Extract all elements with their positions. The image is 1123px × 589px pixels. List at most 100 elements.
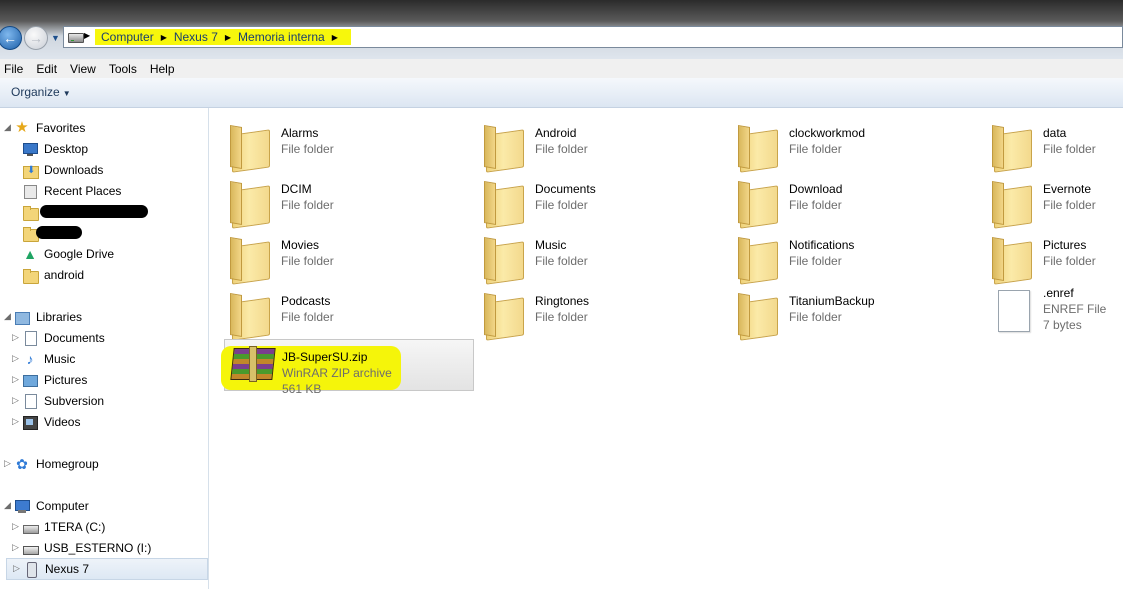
nav-item-android[interactable]: android <box>22 265 84 285</box>
nav-item-lib-videos[interactable]: ▷ Videos <box>12 412 80 432</box>
file-item-alarms[interactable]: Alarms File folder <box>210 116 460 168</box>
collapsed-arrow-icon[interactable]: ▷ <box>12 374 19 385</box>
nav-item-lib-documents[interactable]: ▷ Documents <box>12 328 105 348</box>
file-type: File folder <box>281 254 334 268</box>
collapsed-arrow-icon[interactable]: ▷ <box>12 353 19 364</box>
nav-item-redacted-2[interactable] <box>22 223 92 243</box>
file-type: File folder <box>789 142 842 156</box>
file-name: Music <box>535 238 567 252</box>
nav-homegroup[interactable]: ▷ ✿ Homegroup <box>4 454 99 474</box>
nav-item-lib-music[interactable]: ▷ ♪ Music <box>12 349 75 369</box>
nav-libraries[interactable]: ◢ Libraries <box>4 307 82 327</box>
file-type: File folder <box>535 198 588 212</box>
breadcrumb-arrow-icon[interactable]: ▶ <box>332 33 338 42</box>
nav-item-label: Music <box>44 352 76 366</box>
file-name: data <box>1043 126 1067 140</box>
google-drive-icon: ▲ <box>23 246 37 262</box>
star-icon: ★ <box>15 119 29 136</box>
file-item-movies[interactable]: Movies File folder <box>210 228 460 280</box>
file-item-pictures[interactable]: Pictures File folder <box>972 228 1122 280</box>
nav-computer-label: Computer <box>36 499 89 513</box>
nav-item-drive-i[interactable]: ▷ USB_ESTERNO (I:) <box>12 538 151 558</box>
file-item-music[interactable]: Music File folder <box>464 228 714 280</box>
file-item-clockworkmod[interactable]: clockworkmod File folder <box>718 116 968 168</box>
nav-item-desktop[interactable]: Desktop <box>22 139 88 159</box>
recent-pages-dropdown[interactable]: ▼ <box>51 33 60 43</box>
file-item-dcim[interactable]: DCIM File folder <box>210 172 460 224</box>
folder-icon <box>736 292 780 336</box>
expanded-arrow-icon[interactable]: ◢ <box>4 122 11 133</box>
menu-file[interactable]: File <box>0 62 31 76</box>
folder-icon <box>990 236 1034 280</box>
file-size: 7 bytes <box>1043 318 1082 332</box>
breadcrumb-computer[interactable]: Computer <box>101 30 154 44</box>
file-item-notifications[interactable]: Notifications File folder <box>718 228 968 280</box>
breadcrumb-arrow-icon[interactable]: ▶ <box>161 33 167 42</box>
expanded-arrow-icon[interactable]: ◢ <box>4 311 11 322</box>
address-bar[interactable]: ▶ Computer ▶ Nexus 7 ▶ Memoria interna ▶ <box>63 26 1123 48</box>
folder-icon <box>482 292 526 336</box>
hard-drive-icon <box>22 519 39 535</box>
file-name: clockworkmod <box>789 126 866 140</box>
file-name: TitaniumBackup <box>789 294 875 308</box>
menu-tools[interactable]: Tools <box>104 62 145 76</box>
collapsed-arrow-icon[interactable]: ▷ <box>13 563 20 574</box>
folder-icon <box>990 180 1034 224</box>
organize-button[interactable]: Organize ▼ <box>11 85 71 99</box>
nav-item-downloads[interactable]: Downloads <box>22 160 103 180</box>
nav-item-google-drive[interactable]: ▲ Google Drive <box>22 244 114 264</box>
file-item-podcasts[interactable]: Podcasts File folder <box>210 284 460 336</box>
file-name: Pictures <box>1043 238 1087 252</box>
breadcrumb: Computer ▶ Nexus 7 ▶ Memoria interna ▶ <box>95 29 351 45</box>
collapsed-arrow-icon[interactable]: ▷ <box>12 416 19 427</box>
nav-favorites[interactable]: ◢ ★ Favorites <box>4 118 85 138</box>
collapsed-arrow-icon[interactable]: ▷ <box>12 395 19 406</box>
nav-computer[interactable]: ◢ Computer <box>4 496 89 516</box>
nav-item-lib-pictures[interactable]: ▷ Pictures <box>12 370 87 390</box>
collapsed-arrow-icon[interactable]: ▷ <box>12 521 19 532</box>
subversion-icon <box>22 393 38 409</box>
file-type: File folder <box>1043 198 1096 212</box>
file-item-jb-supersu-zip[interactable]: JB-SuperSU.zip WinRAR ZIP archive 561 KB <box>221 339 474 396</box>
collapsed-arrow-icon[interactable]: ▷ <box>12 542 19 553</box>
collapsed-arrow-icon[interactable]: ▷ <box>4 458 11 469</box>
desktop-icon <box>22 141 38 157</box>
file-name: Documents <box>535 182 596 196</box>
expanded-arrow-icon[interactable]: ◢ <box>4 500 11 511</box>
folder-icon <box>736 124 780 168</box>
file-item-download[interactable]: Download File folder <box>718 172 968 224</box>
folder-icon <box>482 124 526 168</box>
file-item-titaniumbackup[interactable]: TitaniumBackup File folder <box>718 284 968 336</box>
nav-item-recent-places[interactable]: Recent Places <box>22 181 121 201</box>
downloads-icon <box>22 162 39 179</box>
recent-places-icon <box>22 183 38 199</box>
videos-icon <box>22 414 38 430</box>
breadcrumb-arrow-icon[interactable]: ▶ <box>225 33 231 42</box>
breadcrumb-nexus-7[interactable]: Nexus 7 <box>174 30 218 44</box>
file-item-ringtones[interactable]: Ringtones File folder <box>464 284 714 336</box>
nav-item-redacted-1[interactable] <box>22 202 152 222</box>
menu-help[interactable]: Help <box>145 62 183 76</box>
menu-view[interactable]: View <box>65 62 104 76</box>
pictures-icon <box>22 372 38 388</box>
documents-icon <box>22 330 38 346</box>
homegroup-icon: ✿ <box>16 456 28 472</box>
back-arrow-icon: ← <box>3 30 17 46</box>
nav-item-lib-subversion[interactable]: ▷ Subversion <box>12 391 104 411</box>
file-type: File folder <box>1043 142 1096 156</box>
file-list: Alarms File folder Android File folder c… <box>210 108 1123 589</box>
nav-item-nexus-7[interactable]: ▷ Nexus 7 <box>6 558 208 580</box>
menu-edit[interactable]: Edit <box>31 62 65 76</box>
file-item-enref[interactable]: .enref ENREF File 7 bytes <box>972 276 1122 338</box>
breadcrumb-memoria-interna[interactable]: Memoria interna <box>238 30 325 44</box>
collapsed-arrow-icon[interactable]: ▷ <box>12 332 19 343</box>
nav-libraries-label: Libraries <box>36 310 83 324</box>
file-item-data[interactable]: data File folder <box>972 116 1122 168</box>
file-item-android[interactable]: Android File folder <box>464 116 714 168</box>
file-item-documents[interactable]: Documents File folder <box>464 172 714 224</box>
forward-button[interactable]: → <box>24 26 48 50</box>
breadcrumb-root-arrow[interactable]: ▶ <box>84 31 90 40</box>
file-item-evernote[interactable]: Evernote File folder <box>972 172 1122 224</box>
back-button[interactable]: ← <box>0 26 22 50</box>
nav-item-drive-c[interactable]: ▷ 1TERA (C:) <box>12 517 105 537</box>
